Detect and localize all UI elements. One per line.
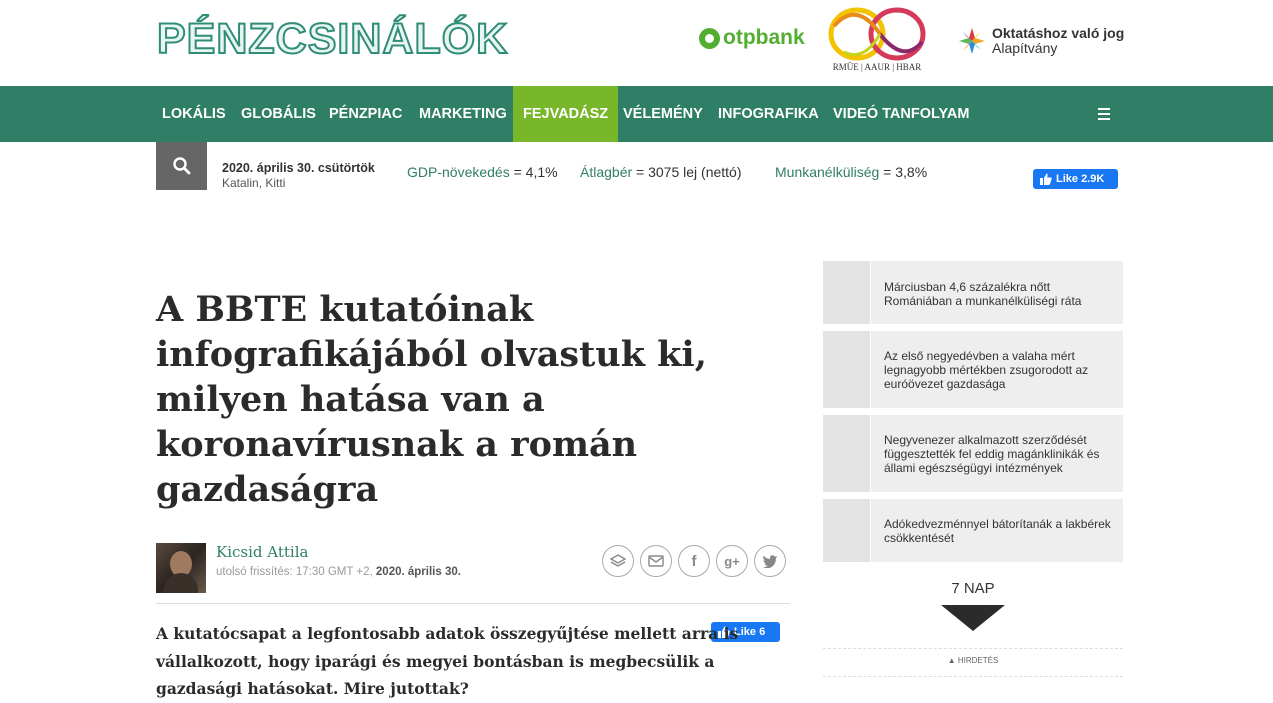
author-name[interactable]: Kicsid Attila: [216, 543, 308, 561]
sidebar-thumbnail: [823, 261, 871, 324]
wage-label[interactable]: Átlagbér: [580, 164, 632, 180]
last-updated: utolsó frissítés: 17:30 GMT +2, 2020. áp…: [216, 566, 461, 578]
name-days: Katalin, Kitti: [222, 176, 286, 190]
sidebar-article-title: Adókedvezménnyel bátorítanák a lakbérek …: [884, 517, 1111, 545]
nav-item-fejvadasz[interactable]: FEJVADÁSZ: [513, 86, 619, 142]
down-arrow-icon[interactable]: [941, 605, 1005, 631]
oktatas-line2: Alapítvány: [992, 40, 1058, 56]
unemployment-label[interactable]: Munkanélküliség: [775, 164, 879, 180]
mail-icon: [648, 555, 664, 567]
sidebar-article[interactable]: Az első negyedévben a valaha mért legnag…: [823, 331, 1123, 408]
sidebar-article[interactable]: Márciusban 4,6 százalékra nőtt Romániába…: [823, 261, 1123, 324]
layers-icon: [610, 554, 626, 567]
sidebar-thumbnail: [823, 415, 871, 492]
article-divider: [156, 603, 790, 604]
unemployment-value: = 3,8%: [879, 164, 928, 180]
sidebar-thumbnail: [823, 499, 871, 562]
sidebar-article[interactable]: Adókedvezménnyel bátorítanák a lakbérek …: [823, 499, 1123, 562]
facebook-share-button[interactable]: f: [678, 545, 710, 577]
oktatas-logo[interactable]: Oktatáshoz való jog Alapítvány: [958, 26, 1124, 56]
hamburger-menu-icon[interactable]: [1098, 108, 1110, 120]
main-nav: LOKÁLIS GLOBÁLIS PÉNZPIAC MARKETING FEJV…: [0, 86, 1273, 142]
otpbank-label: otpbank: [723, 26, 805, 49]
nav-item-infografika[interactable]: INFOGRAFIKA: [708, 86, 829, 142]
sidebar-article-title: Az első negyedévben a valaha mért legnag…: [884, 349, 1089, 391]
unemployment-stat: Munkanélküliség = 3,8%: [775, 164, 927, 180]
rmue-label: RMÜE | AAUR | HBAR: [832, 62, 922, 72]
sidebar-divider: [823, 676, 1123, 677]
sidebar-article-title: Negyvenezer alkalmazott szerződését függ…: [884, 433, 1100, 475]
otp-icon: [699, 27, 720, 49]
ad-label: ▲ HIRDETÉS: [947, 656, 999, 665]
site-header: PÉNZCSINÁLÓK otpbank RMÜE | AAUR | HBAR …: [0, 0, 1273, 86]
nav-item-lokalis[interactable]: LOKÁLIS: [152, 86, 236, 142]
google-plus-icon: g+: [724, 553, 740, 569]
nav-item-velemeny[interactable]: VÉLEMÉNY: [613, 86, 713, 142]
email-share-button[interactable]: [640, 545, 672, 577]
facebook-icon: f: [691, 552, 697, 570]
author-avatar[interactable]: [156, 543, 206, 593]
gdp-value: = 4,1%: [509, 164, 558, 180]
facebook-like-button[interactable]: Like 2.9K: [1033, 169, 1118, 189]
wage-stat: Átlagbér = 3075 lej (nettó): [580, 164, 742, 180]
otpbank-logo[interactable]: otpbank: [699, 26, 805, 50]
updated-date: 2020. április 30.: [375, 566, 461, 578]
gdp-stat: GDP-növekedés = 4,1%: [407, 164, 558, 180]
twitter-icon: [762, 555, 777, 568]
updated-prefix: utolsó frissítés: 17:30 GMT +2,: [216, 566, 376, 578]
nav-item-globalis[interactable]: GLOBÁLIS: [231, 86, 326, 142]
layers-share-button[interactable]: [602, 545, 634, 577]
nav-item-penzpiac[interactable]: PÉNZPIAC: [319, 86, 412, 142]
sidebar-thumbnail: [823, 331, 871, 408]
search-icon: [172, 157, 190, 175]
sidebar-divider: [823, 648, 1123, 649]
nav-item-marketing[interactable]: MARKETING: [409, 86, 517, 142]
article-title: A BBTE kutatóinak infografikájából olvas…: [156, 289, 707, 510]
thumbs-up-icon: [1040, 173, 1052, 185]
nav-item-video-tanfolyam[interactable]: VIDEÓ TANFOLYAM: [823, 86, 979, 142]
like-count: Like 2.9K: [1056, 173, 1105, 185]
colorful-star-icon: [959, 28, 985, 54]
search-button[interactable]: [156, 142, 207, 190]
gdp-label[interactable]: GDP-növekedés: [407, 164, 510, 180]
sidebar-article-title: Márciusban 4,6 százalékra nőtt Romániába…: [884, 280, 1082, 308]
sidebar-article[interactable]: Negyvenezer alkalmazott szerződését függ…: [823, 415, 1123, 492]
week-label[interactable]: 7 NAP: [941, 580, 1005, 597]
article-lead: A kutatócsapat a legfontosabb adatok öss…: [156, 624, 739, 698]
twitter-share-button[interactable]: [754, 545, 786, 577]
site-logo[interactable]: PÉNZCSINÁLÓK: [156, 14, 508, 64]
wage-value: = 3075 lej (nettó): [632, 164, 742, 180]
google-plus-share-button[interactable]: g+: [716, 545, 748, 577]
current-date: 2020. április 30. csütörtök: [222, 161, 375, 175]
oktatas-line1: Oktatáshoz való jog: [992, 25, 1125, 41]
